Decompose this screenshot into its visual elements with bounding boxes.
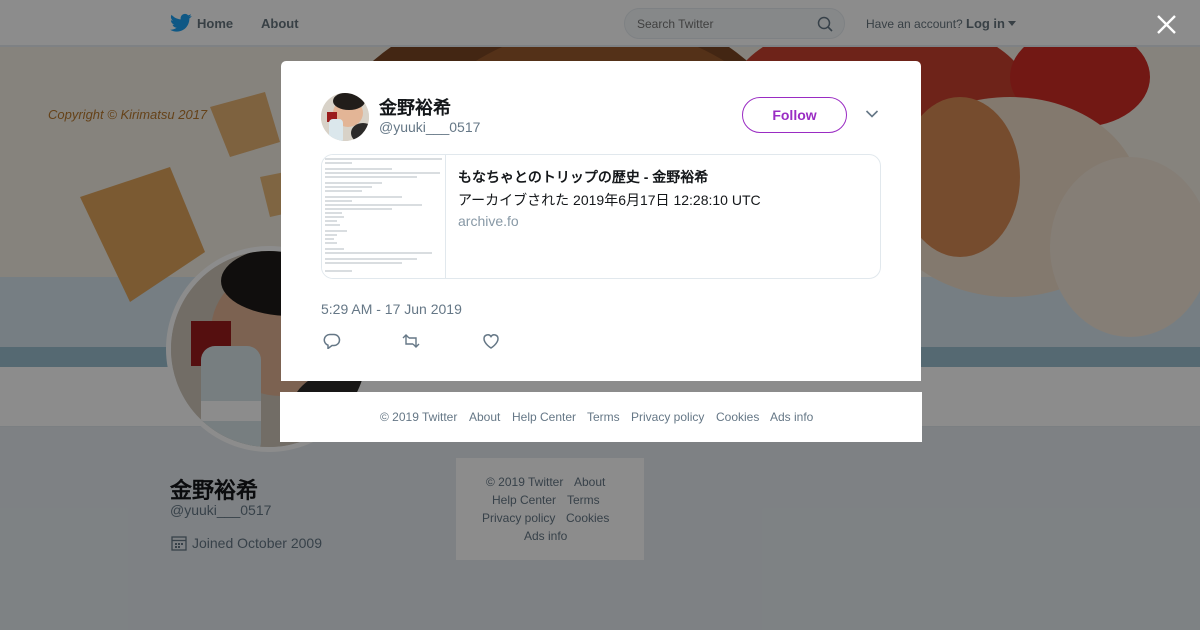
modal-footer-copyright: © 2019 Twitter bbox=[380, 410, 458, 424]
modal-footer: © 2019 Twitter About Help Center Terms P… bbox=[280, 392, 922, 442]
author-avatar-photo bbox=[321, 93, 369, 141]
card-domain: archive.fo bbox=[458, 213, 519, 229]
link-card[interactable]: もなちゃとのトリップの歴史 - 金野裕希 アーカイブされた 2019年6月17日… bbox=[321, 154, 881, 279]
modal-footer-about-link[interactable]: About bbox=[469, 410, 500, 424]
chevron-down-icon[interactable] bbox=[865, 109, 879, 119]
archive-screenshot-thumbnail bbox=[322, 155, 445, 278]
card-title[interactable]: もなちゃとのトリップの歴史 - 金野裕希 bbox=[458, 167, 708, 187]
retweet-icon[interactable] bbox=[402, 333, 420, 349]
modal-footer-terms-link[interactable]: Terms bbox=[587, 410, 620, 424]
card-description: アーカイブされた 2019年6月17日 12:28:10 UTC bbox=[458, 192, 761, 208]
card-thumbnail bbox=[322, 155, 446, 278]
tweet-modal: 金野裕希 @yuuki___0517 Follow もなちゃとのトリップの歴史 … bbox=[281, 61, 921, 381]
tweet-author-name[interactable]: 金野裕希 bbox=[379, 94, 451, 120]
modal-footer-help-link[interactable]: Help Center bbox=[512, 410, 576, 424]
modal-footer-privacy-link[interactable]: Privacy policy bbox=[631, 410, 704, 424]
tweet-author-avatar[interactable] bbox=[321, 93, 369, 141]
close-icon[interactable] bbox=[1156, 14, 1177, 35]
tweet-author-handle[interactable]: @yuuki___0517 bbox=[379, 119, 480, 135]
reply-icon[interactable] bbox=[323, 333, 341, 349]
follow-button[interactable]: Follow bbox=[742, 97, 847, 133]
like-icon[interactable] bbox=[482, 333, 500, 349]
modal-footer-cookies-link[interactable]: Cookies bbox=[716, 410, 759, 424]
modal-footer-ads-link[interactable]: Ads info bbox=[770, 410, 813, 424]
tweet-timestamp[interactable]: 5:29 AM - 17 Jun 2019 bbox=[321, 301, 462, 317]
